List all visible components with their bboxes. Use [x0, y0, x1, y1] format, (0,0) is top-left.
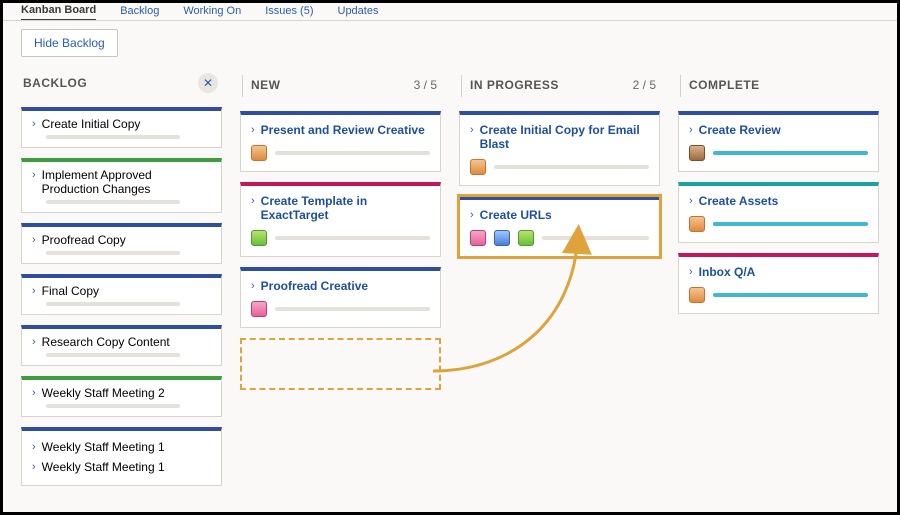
progress-bar	[713, 222, 868, 226]
column-count-new: 3 / 5	[414, 78, 437, 92]
close-backlog-button[interactable]: ✕	[198, 73, 218, 93]
progress-bar	[46, 200, 180, 204]
backlog-card[interactable]: › Weekly Staff Meeting 2	[21, 376, 222, 417]
chevron-right-icon: ›	[32, 440, 36, 454]
avatar	[470, 230, 486, 246]
backlog-card[interactable]: › Research Copy Content	[21, 325, 222, 366]
kanban-board: BACKLOG ✕ › Create Initial Copy › Implemen…	[3, 71, 897, 486]
tab-issues[interactable]: Issues (5)	[265, 5, 313, 20]
card-title: Weekly Staff Meeting 1	[42, 440, 165, 454]
backlog-cards: › Create Initial Copy › Implement Approved…	[21, 107, 222, 486]
kanban-card[interactable]: › Present and Review Creative	[240, 111, 441, 172]
progress-bar	[275, 236, 430, 240]
chevron-right-icon: ›	[32, 335, 36, 349]
card-title: Proofread Copy	[42, 233, 126, 247]
chevron-right-icon: ›	[32, 386, 36, 400]
avatar	[470, 159, 486, 175]
progress-bar	[46, 251, 180, 255]
backlog-card[interactable]: › Implement Approved Production Changes	[21, 158, 222, 213]
backlog-card[interactable]: › Create Initial Copy	[21, 107, 222, 148]
card-drop-zone[interactable]	[240, 338, 441, 390]
avatar	[251, 145, 267, 161]
avatar	[518, 230, 534, 246]
chevron-right-icon: ›	[689, 123, 693, 137]
kanban-card[interactable]: › Create Initial Copy for Email Blast	[459, 111, 660, 186]
card-title: Weekly Staff Meeting 1	[42, 460, 165, 474]
card-title: Create Template in ExactTarget	[261, 194, 430, 222]
card-title: Present and Review Creative	[261, 123, 425, 137]
avatar	[689, 216, 705, 232]
tab-kanban-board[interactable]: Kanban Board	[21, 4, 96, 21]
new-cards: › Present and Review Creative › Create Tem…	[240, 111, 441, 390]
backlog-card[interactable]: › Final Copy	[21, 274, 222, 315]
chevron-right-icon: ›	[32, 460, 36, 474]
progress-bar	[275, 151, 430, 155]
kanban-card-selected[interactable]: › Create URLs	[459, 196, 660, 257]
column-title-in-progress: IN PROGRESS	[470, 78, 559, 92]
avatar	[251, 301, 267, 317]
column-complete: COMPLETE › Create Review › Create Assets ›…	[678, 71, 879, 486]
progress-bar	[713, 293, 868, 297]
avatar	[689, 145, 705, 161]
chevron-right-icon: ›	[32, 168, 36, 182]
toolbar: Hide Backlog	[3, 21, 897, 71]
card-title: Create Review	[699, 123, 781, 137]
column-title-complete: COMPLETE	[689, 78, 760, 92]
chevron-right-icon: ›	[470, 123, 474, 137]
hide-backlog-button[interactable]: Hide Backlog	[21, 29, 118, 57]
chevron-right-icon: ›	[470, 208, 474, 222]
in-progress-cards: › Create Initial Copy for Email Blast › Cr…	[459, 111, 660, 257]
chevron-right-icon: ›	[32, 233, 36, 247]
card-title: Create Assets	[699, 194, 779, 208]
chevron-right-icon: ›	[32, 284, 36, 298]
complete-cards: › Create Review › Create Assets › Inbox Q/A	[678, 111, 879, 314]
tab-backlog[interactable]: Backlog	[120, 5, 159, 20]
card-title: Proofread Creative	[261, 279, 368, 293]
backlog-card[interactable]: › Proofread Copy	[21, 223, 222, 264]
card-title: Create Initial Copy for Email Blast	[480, 123, 649, 151]
column-in-progress: IN PROGRESS 2 / 5 › Create Initial Copy f…	[459, 71, 660, 486]
chevron-right-icon: ›	[32, 117, 36, 131]
tab-working-on[interactable]: Working On	[183, 5, 241, 20]
card-title: Inbox Q/A	[699, 265, 756, 279]
progress-bar	[275, 307, 430, 311]
chevron-right-icon: ›	[251, 279, 255, 293]
card-title: Final Copy	[42, 284, 99, 298]
chevron-right-icon: ›	[689, 265, 693, 279]
chevron-right-icon: ›	[689, 194, 693, 208]
kanban-card[interactable]: › Create Assets	[678, 182, 879, 243]
progress-bar	[46, 302, 180, 306]
kanban-card[interactable]: › Proofread Creative	[240, 267, 441, 328]
card-title: Implement Approved Production Changes	[42, 168, 211, 196]
tab-bar: Kanban Board Backlog Working On Issues (…	[3, 3, 897, 21]
kanban-card[interactable]: › Create Review	[678, 111, 879, 172]
kanban-card[interactable]: › Inbox Q/A	[678, 253, 879, 314]
progress-bar	[713, 151, 868, 155]
kanban-card[interactable]: › Create Template in ExactTarget	[240, 182, 441, 257]
close-icon: ✕	[203, 76, 213, 90]
avatar	[689, 287, 705, 303]
tab-updates[interactable]: Updates	[338, 5, 379, 20]
avatar	[494, 230, 510, 246]
progress-bar	[494, 165, 649, 169]
card-title: Research Copy Content	[42, 335, 170, 349]
card-title: Create Initial Copy	[42, 117, 141, 131]
backlog-card-stacked[interactable]: › Weekly Staff Meeting 1 › Weekly Staff Me…	[21, 427, 222, 486]
progress-bar	[46, 353, 180, 357]
progress-bar	[46, 404, 180, 408]
column-count-in-progress: 2 / 5	[633, 78, 656, 92]
column-new: NEW 3 / 5 › Present and Review Creative ›…	[240, 71, 441, 486]
chevron-right-icon: ›	[251, 123, 255, 137]
column-backlog: BACKLOG ✕ › Create Initial Copy › Implemen…	[21, 71, 222, 486]
column-title-new: NEW	[251, 78, 281, 92]
progress-bar	[46, 135, 180, 139]
avatar	[251, 230, 267, 246]
progress-bar	[542, 236, 649, 240]
card-title: Create URLs	[480, 208, 552, 222]
card-title: Weekly Staff Meeting 2	[42, 386, 165, 400]
column-title-backlog: BACKLOG	[23, 76, 87, 90]
chevron-right-icon: ›	[251, 194, 255, 208]
